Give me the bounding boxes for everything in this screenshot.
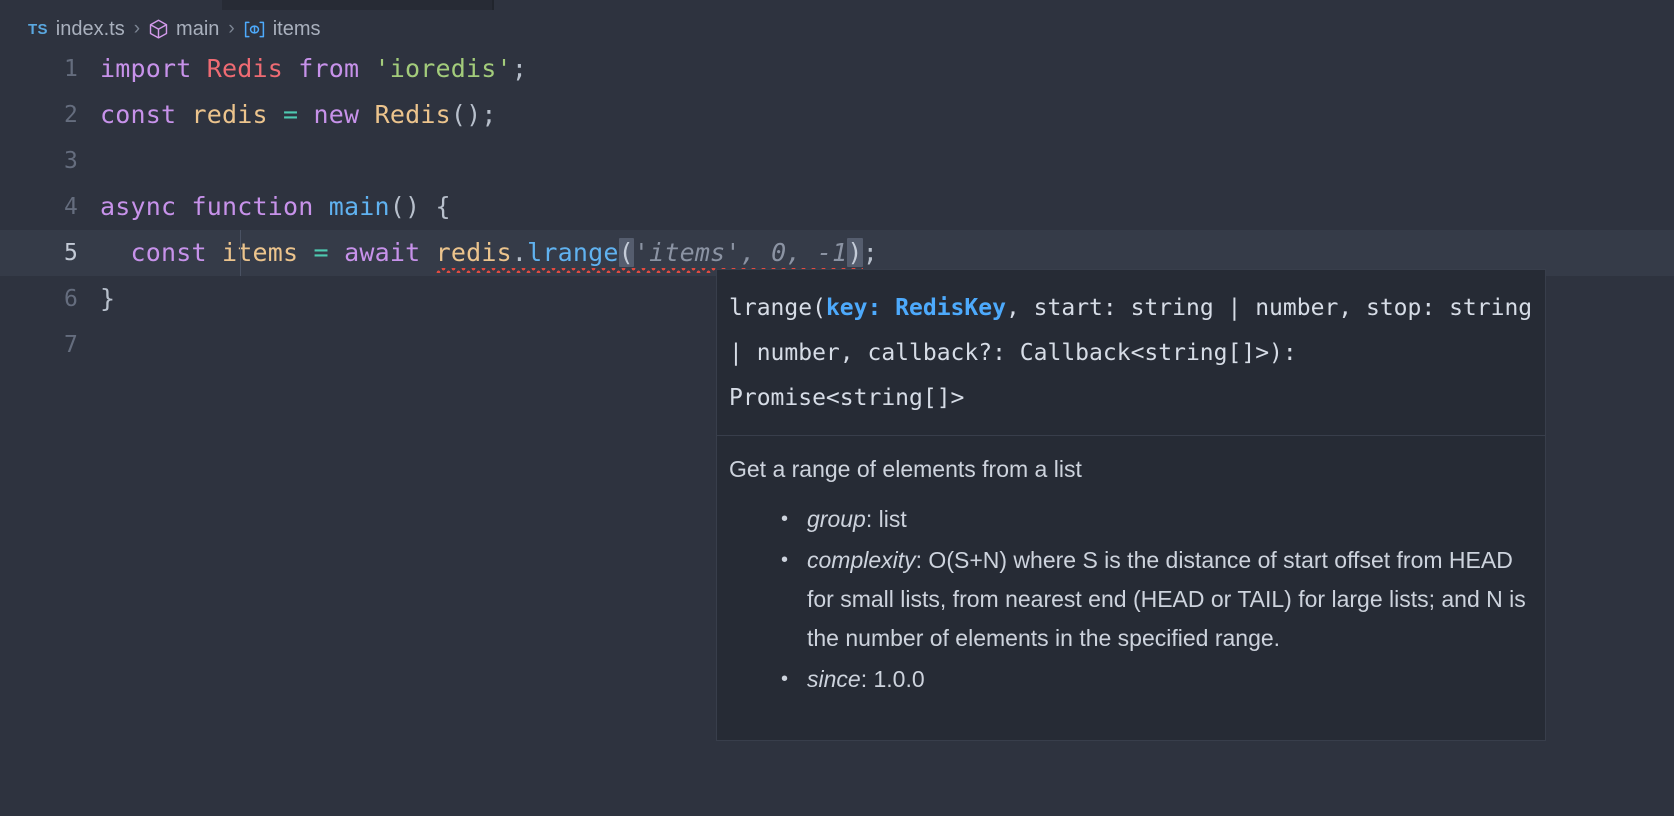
code-token-var: redis (435, 238, 512, 267)
code-token-ghost: 'items', 0, -1 (633, 238, 848, 267)
code-token-fn: lrange (527, 238, 619, 267)
code-token-brkt: ( (618, 238, 634, 267)
code-token-brkt: ) (847, 238, 863, 267)
code-token-kw: import (100, 54, 207, 83)
breadcrumb-function-label: main (176, 17, 220, 40)
code-token-kw: from (283, 54, 375, 83)
field-icon (244, 21, 265, 38)
signature-active-parameter: key: RedisKey (825, 295, 1006, 321)
documentation-tag-key: group (807, 506, 866, 532)
code-line[interactable]: 4 async function main() { (0, 184, 1674, 230)
code-token-kw: const (130, 238, 223, 267)
documentation-tag-item: complexity: O(S+N) where S is the distan… (729, 541, 1533, 658)
documentation-tag-list: group: listcomplexity: O(S+N) where S is… (729, 500, 1533, 699)
code-token-punc: . (511, 238, 528, 267)
documentation-tag-item: since: 1.0.0 (729, 660, 1533, 699)
breadcrumb: TS index.ts › main › items (0, 12, 1674, 46)
code-token-punc: (); (450, 100, 497, 129)
breadcrumb-item-variable[interactable]: items (244, 18, 321, 41)
code-token-kw: new (313, 100, 375, 129)
line-number: 6 (63, 286, 78, 312)
code-line[interactable]: 1 import Redis from 'ioredis'; (0, 46, 1674, 92)
breadcrumb-file-label: index.ts (55, 17, 125, 40)
signature-help: lrange(key: RedisKey, start: string | nu… (717, 270, 1545, 436)
line-number: 4 (63, 194, 78, 220)
code-line[interactable]: 3 (0, 138, 1674, 184)
code-line-content[interactable]: const redis = new Redis(); (100, 92, 1674, 138)
line-number: 7 (63, 332, 78, 358)
breadcrumb-variable-label: items (272, 17, 321, 40)
line-number: 2 (63, 102, 78, 128)
code-token-punc: } (100, 284, 116, 313)
breadcrumb-separator-2: › (228, 18, 235, 39)
code-token-op: = (283, 100, 314, 129)
code-line-content[interactable]: import Redis from 'ioredis'; (100, 46, 1674, 92)
cube-icon (149, 19, 168, 39)
code-token-punc: ; (862, 238, 878, 267)
indent-guide (240, 230, 241, 276)
code-token-punc: () { (389, 192, 451, 221)
signature-prefix: lrange( (729, 295, 826, 321)
code-token-var: items (222, 238, 314, 267)
breadcrumb-item-file[interactable]: TS index.ts (28, 18, 125, 41)
code-token-punc (100, 238, 131, 267)
documentation-tag-key: since (807, 666, 861, 692)
tab-active-index-ts[interactable] (222, 0, 492, 10)
line-number: 5 (63, 240, 78, 266)
code-token-kw: async function (100, 192, 329, 221)
documentation-tag-key: complexity (807, 547, 916, 573)
code-line[interactable]: 2 const redis = new Redis(); (0, 92, 1674, 138)
breadcrumb-item-function[interactable]: main (149, 18, 219, 41)
documentation-tag-item: group: list (729, 500, 1533, 539)
code-token-var: redis (191, 100, 284, 129)
code-token-fn: main (328, 192, 390, 221)
code-token-kw: const (100, 100, 192, 129)
documentation-body: Get a range of elements from a list grou… (717, 436, 1545, 699)
typescript-badge-icon: TS (28, 20, 48, 38)
breadcrumb-separator-1: › (133, 18, 141, 39)
code-token-op: = (313, 238, 345, 267)
code-token-var: Redis (374, 100, 451, 129)
line-number: 3 (63, 148, 78, 174)
tab-strip (0, 0, 1674, 10)
documentation-tag-value: : 1.0.0 (860, 666, 925, 692)
hover-signature-tooltip: lrange(key: RedisKey, start: string | nu… (716, 269, 1546, 741)
code-token-kw: await (344, 238, 436, 267)
documentation-description: Get a range of elements from a list (729, 456, 1082, 482)
documentation-tag-value: : list (865, 506, 907, 532)
documentation-tag-value: : O(S+N) where S is the distance of star… (807, 547, 1526, 651)
editor-window: TS index.ts › main › items 1 import Redi… (0, 0, 1674, 816)
code-token-cls: Redis (206, 54, 284, 83)
tab-divider (492, 0, 494, 10)
code-token-str: 'ioredis' (374, 54, 512, 83)
line-number: 1 (63, 56, 78, 82)
code-token-punc: ; (511, 54, 528, 83)
code-line-content[interactable]: async function main() { (100, 184, 1674, 230)
